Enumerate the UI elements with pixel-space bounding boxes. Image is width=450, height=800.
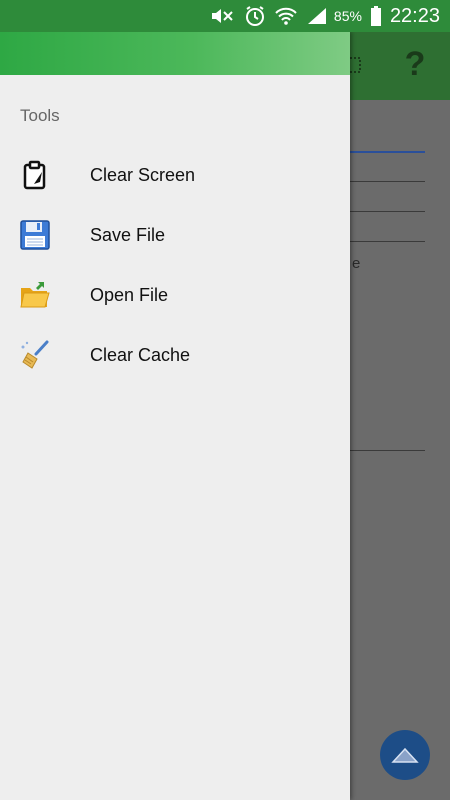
- divider: [350, 151, 425, 153]
- status-bar: 85% 22:23: [0, 0, 450, 32]
- wifi-icon: [274, 6, 298, 26]
- divider: [350, 181, 425, 182]
- chevron-up-icon: [391, 747, 419, 763]
- divider: [350, 211, 425, 212]
- screen: 85% 22:23 ? e Tools Clear Screen Save Fi…: [0, 0, 450, 800]
- battery-icon: [370, 6, 382, 26]
- mute-icon: [210, 6, 236, 26]
- broom-icon: [18, 338, 52, 372]
- menu-item-label: Clear Cache: [90, 344, 191, 365]
- menu-item-label: Save File: [90, 224, 166, 245]
- divider: [350, 241, 425, 242]
- floppy-disk-icon: [18, 218, 52, 252]
- menu-item-open-file[interactable]: Open File: [0, 265, 350, 325]
- menu-item-label: Open File: [90, 284, 169, 305]
- menu-item-save-file[interactable]: Save File: [0, 205, 350, 265]
- help-icon[interactable]: ?: [400, 44, 430, 84]
- menu-item-clear-screen[interactable]: Clear Screen: [0, 145, 350, 205]
- section-title: Tools: [20, 106, 60, 125]
- navigation-drawer: Tools Clear Screen Save File Open File C…: [0, 32, 350, 800]
- folder-open-icon: [18, 278, 52, 312]
- signal-icon: [306, 6, 328, 26]
- menu-item-label: Clear Screen: [90, 164, 196, 185]
- menu-item-clear-cache[interactable]: Clear Cache: [0, 325, 350, 385]
- drawer-header: [0, 32, 350, 75]
- battery-percent: 85%: [333, 8, 362, 24]
- clock: 22:23: [389, 4, 440, 27]
- partial-text: e: [352, 255, 361, 272]
- scroll-up-button[interactable]: [380, 730, 430, 780]
- divider: [350, 450, 425, 451]
- clipboard-icon: [18, 158, 52, 192]
- alarm-icon: [244, 5, 266, 27]
